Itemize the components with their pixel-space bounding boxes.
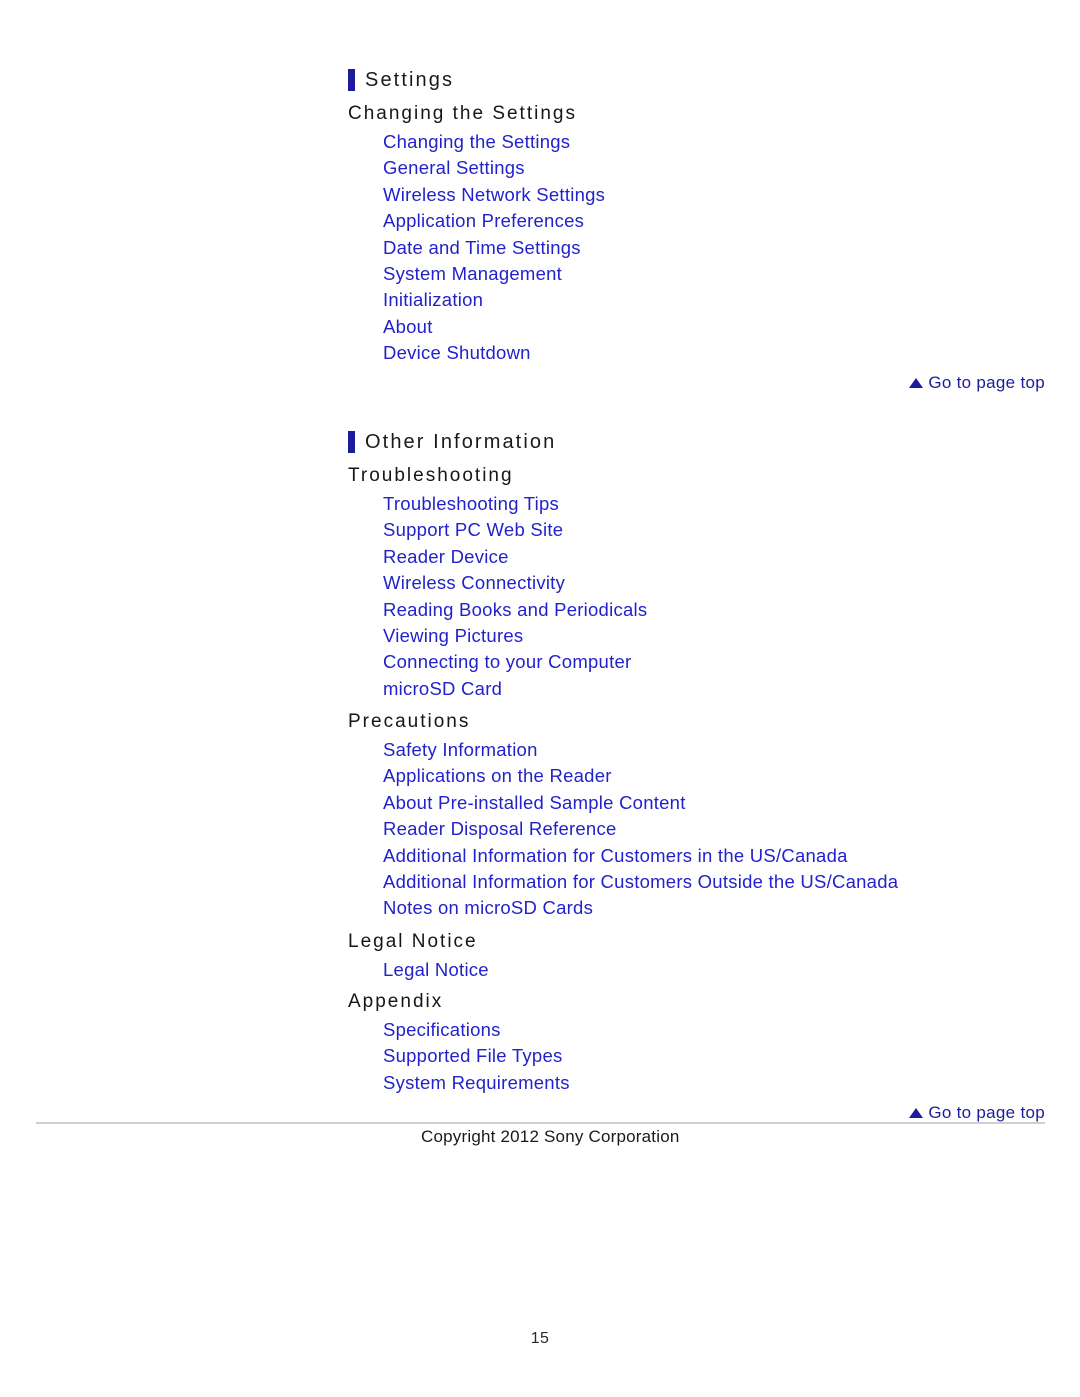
list-item: Support PC Web Site (383, 517, 647, 543)
page-number: 15 (530, 1330, 550, 1347)
list-item: Wireless Network Settings (383, 182, 605, 208)
toc-link-support-pc-web-site[interactable]: Support PC Web Site (383, 517, 563, 543)
document-page: Settings Changing the Settings Changing … (0, 0, 1080, 1397)
toc-link-safety-information[interactable]: Safety Information (383, 737, 538, 763)
section-heading-settings: Settings (348, 66, 454, 94)
go-to-page-top-label: Go to page top (928, 1103, 1045, 1122)
list-item: Application Preferences (383, 208, 605, 234)
section-accent-bar-icon (348, 431, 355, 453)
toc-link-reading-books-and-periodicals[interactable]: Reading Books and Periodicals (383, 597, 647, 623)
list-item: microSD Card (383, 676, 647, 702)
list-item: Troubleshooting Tips (383, 491, 647, 517)
list-item: Initialization (383, 287, 605, 313)
list-item: General Settings (383, 155, 605, 181)
toc-link-date-and-time-settings[interactable]: Date and Time Settings (383, 235, 581, 261)
toc-list-changing-the-settings: Changing the Settings General Settings W… (383, 129, 605, 367)
footer-divider (36, 1122, 1045, 1124)
toc-link-connecting-to-your-computer[interactable]: Connecting to your Computer (383, 649, 631, 675)
list-item: About Pre-installed Sample Content (383, 790, 898, 816)
go-to-page-top-link-2[interactable]: Go to page top (909, 1102, 1045, 1124)
section-accent-bar-icon (348, 69, 355, 91)
triangle-up-icon (909, 1108, 924, 1118)
toc-link-system-requirements[interactable]: System Requirements (383, 1070, 570, 1096)
toc-link-additional-information-us-canada[interactable]: Additional Information for Customers in … (383, 843, 848, 869)
toc-link-specifications[interactable]: Specifications (383, 1017, 501, 1043)
section-heading-label: Settings (365, 69, 455, 91)
go-to-page-top-label: Go to page top (928, 373, 1045, 392)
list-item: Connecting to your Computer (383, 649, 647, 675)
toc-link-changing-the-settings[interactable]: Changing the Settings (383, 129, 570, 155)
toc-link-supported-file-types[interactable]: Supported File Types (383, 1043, 563, 1069)
sub-heading-troubleshooting: Troubleshooting (348, 465, 514, 486)
list-item: Additional Information for Customers in … (383, 843, 898, 869)
section-heading-label: Other Information (365, 431, 557, 453)
sub-heading-changing-the-settings: Changing the Settings (348, 103, 577, 124)
toc-link-additional-information-outside-us-canada[interactable]: Additional Information for Customers Out… (383, 869, 898, 895)
sub-heading-precautions: Precautions (348, 711, 471, 732)
list-item: About (383, 314, 605, 340)
list-item: System Management (383, 261, 605, 287)
list-item: Specifications (383, 1017, 570, 1043)
toc-link-reader-device[interactable]: Reader Device (383, 544, 509, 570)
list-item: Reading Books and Periodicals (383, 597, 647, 623)
list-item: Applications on the Reader (383, 763, 898, 789)
toc-link-wireless-connectivity[interactable]: Wireless Connectivity (383, 570, 565, 596)
toc-list-troubleshooting: Troubleshooting Tips Support PC Web Site… (383, 491, 647, 702)
go-to-page-top-link-1[interactable]: Go to page top (909, 372, 1045, 394)
toc-link-reader-disposal-reference[interactable]: Reader Disposal Reference (383, 816, 617, 842)
toc-link-application-preferences[interactable]: Application Preferences (383, 208, 584, 234)
toc-link-initialization[interactable]: Initialization (383, 287, 483, 313)
toc-list-legal-notice: Legal Notice (383, 957, 489, 983)
list-item: Date and Time Settings (383, 235, 605, 261)
toc-link-general-settings[interactable]: General Settings (383, 155, 525, 181)
toc-link-applications-on-the-reader[interactable]: Applications on the Reader (383, 763, 612, 789)
copyright-text: Copyright 2012 Sony Corporation (421, 1127, 680, 1146)
toc-link-microsd-card[interactable]: microSD Card (383, 676, 502, 702)
toc-link-notes-on-microsd-cards[interactable]: Notes on microSD Cards (383, 895, 593, 921)
list-item: Device Shutdown (383, 340, 605, 366)
list-item: Safety Information (383, 737, 898, 763)
toc-link-system-management[interactable]: System Management (383, 261, 562, 287)
list-item: Reader Disposal Reference (383, 816, 898, 842)
toc-link-legal-notice[interactable]: Legal Notice (383, 957, 489, 983)
toc-list-appendix: Specifications Supported File Types Syst… (383, 1017, 570, 1096)
sub-heading-legal-notice: Legal Notice (348, 931, 478, 952)
list-item: Supported File Types (383, 1043, 570, 1069)
list-item: Wireless Connectivity (383, 570, 647, 596)
toc-link-wireless-network-settings[interactable]: Wireless Network Settings (383, 182, 605, 208)
go-to-page-top-row-1: Go to page top (0, 372, 1045, 394)
toc-link-about[interactable]: About (383, 314, 433, 340)
list-item: Legal Notice (383, 957, 489, 983)
list-item: Reader Device (383, 544, 647, 570)
list-item: Notes on microSD Cards (383, 895, 898, 921)
toc-list-precautions: Safety Information Applications on the R… (383, 737, 898, 922)
toc-link-troubleshooting-tips[interactable]: Troubleshooting Tips (383, 491, 559, 517)
section-heading-other-information: Other Information (348, 428, 556, 456)
triangle-up-icon (909, 378, 924, 388)
go-to-page-top-row-2: Go to page top (0, 1102, 1045, 1124)
list-item: System Requirements (383, 1070, 570, 1096)
toc-link-about-pre-installed-sample-content[interactable]: About Pre-installed Sample Content (383, 790, 686, 816)
sub-heading-appendix: Appendix (348, 991, 444, 1012)
list-item: Viewing Pictures (383, 623, 647, 649)
toc-link-viewing-pictures[interactable]: Viewing Pictures (383, 623, 523, 649)
list-item: Additional Information for Customers Out… (383, 869, 898, 895)
list-item: Changing the Settings (383, 129, 605, 155)
toc-link-device-shutdown[interactable]: Device Shutdown (383, 340, 531, 366)
